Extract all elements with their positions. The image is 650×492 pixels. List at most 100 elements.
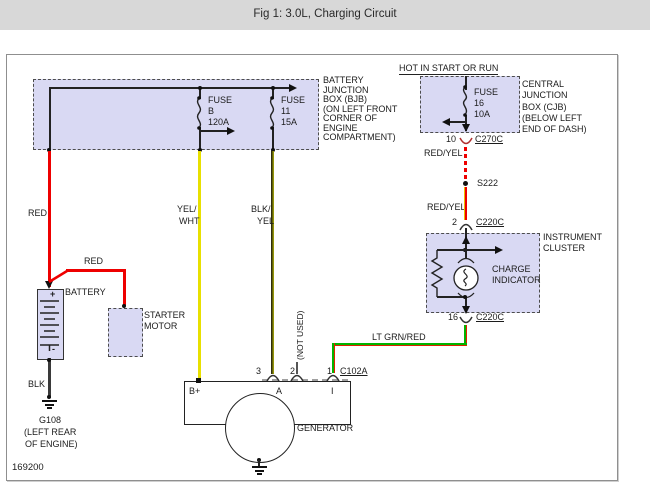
terminal-bplus-label: B+ [189, 386, 200, 396]
figure-title: Fig 1: 3.0L, Charging Circuit [0, 8, 650, 20]
wire-label-yel-wht-line: WHT [179, 216, 200, 226]
wire-label-lt-grn-red: LT GRN/RED [372, 332, 426, 342]
bjb-label-line: CORNER OF [323, 113, 377, 123]
wire-lt-grn-red-v1 [464, 325, 467, 345]
junction-dot [47, 395, 51, 399]
bjb-left-feed-line [49, 87, 51, 151]
ground-symbol-icon [252, 466, 267, 468]
starter-motor-label-line: MOTOR [144, 321, 177, 331]
fuse-b-id: B [208, 106, 214, 116]
c220c-bottom-connector-icon [459, 316, 473, 325]
wire-red-yel-solid [464, 187, 467, 220]
ground-g108-label: G108 [39, 415, 61, 425]
wire-lt-grn-red-v2 [332, 343, 335, 373]
fuse-b-tap-line [200, 130, 227, 132]
fuse-11-rating: 15A [281, 117, 297, 127]
cjb-output-arrow-icon [462, 124, 470, 132]
bplus-stud-dot [196, 378, 201, 383]
c220c-bottom-connector-label[interactable]: C220C [476, 312, 504, 322]
c220c-bottom-pin: 16 [448, 312, 458, 322]
ground-symbol-icon [257, 473, 262, 475]
wire-blk [48, 358, 51, 398]
junction-dot [463, 295, 467, 299]
junction-dot [271, 86, 275, 90]
cluster-up-arrow-icon [462, 236, 470, 244]
instrument-cluster-label-line: CLUSTER [543, 243, 585, 253]
junction-dot [47, 358, 51, 362]
c220c-top-pin: 2 [452, 217, 457, 227]
wire-red-branch-v [123, 269, 126, 306]
sheet-id: 169200 [12, 463, 44, 473]
terminal-i-label: I [331, 386, 334, 396]
wiring-diagram-page: Fig 1: 3.0L, Charging Circuit FUSE B 120… [0, 0, 650, 492]
fuse-16-id: 16 [474, 98, 484, 108]
wire-red-branch-h [66, 269, 125, 272]
wire-label-blk-yel-line: YEL [257, 216, 274, 226]
wire-red-branch-diagonal [48, 269, 68, 284]
charge-indicator-lamp-icon [450, 256, 482, 300]
hot-in-start-or-run-label: HOT IN START OR RUN [399, 63, 498, 75]
wire-label-yel-wht-line: YEL/ [177, 204, 197, 214]
starter-motor-label-line: STARTER [144, 310, 185, 320]
battery-label: BATTERY [65, 287, 106, 297]
ground-symbol-icon [255, 470, 264, 472]
wire-red-yel-dashed [464, 147, 467, 181]
wire-red-main [48, 151, 51, 287]
resistor-icon [431, 250, 443, 298]
ground-symbol-icon [42, 400, 57, 402]
bus-continuation-arrow-icon [289, 84, 297, 92]
not-used-label: (NOT USED) [295, 314, 305, 360]
generator-pin-3: 3 [256, 366, 261, 376]
cluster-branch-arrow-icon [495, 246, 503, 254]
wire-yel-wht [198, 151, 201, 381]
cluster-branch-line [437, 249, 496, 251]
splice-s222-dot [463, 181, 468, 186]
fuse-b-icon [193, 96, 206, 130]
wire-label-red-yel-upper: RED/YEL [424, 148, 463, 158]
cluster-output-arrow-icon [462, 306, 470, 314]
battery-plus-sign: + [50, 289, 55, 299]
c270c-connector-icon [459, 137, 473, 146]
fuse-11-icon [266, 96, 279, 130]
c220c-top-connector-label[interactable]: C220C [476, 217, 504, 227]
pin2-stub-line [296, 362, 298, 374]
cjb-label-line: BOX (CJB) [522, 102, 567, 112]
c102a-connector-label[interactable]: C102A [340, 366, 368, 376]
c270c-connector-label[interactable]: C270C [475, 134, 503, 144]
wire-label-blk: BLK [28, 379, 45, 389]
battery-cells-icon [38, 299, 61, 351]
c270c-pin: 10 [446, 134, 456, 144]
fuse-11-id: 11 [281, 106, 290, 116]
cjb-label-line: END OF DASH) [522, 124, 587, 134]
cjb-tap-arrow-icon [442, 118, 450, 126]
wire-label-red-branch: RED [84, 256, 103, 266]
fuse-b-rating: 120A [208, 117, 229, 127]
cjb-label-line: CENTRAL [522, 79, 564, 89]
starter-motor-box [108, 308, 143, 357]
charge-indicator-label-line: CHARGE [492, 264, 531, 274]
fuse-16-icon [459, 85, 472, 117]
bjb-label-line: BATTERY [323, 75, 364, 85]
fuse-11-label: FUSE [281, 95, 305, 105]
junction-dot [198, 86, 202, 90]
wire-label-blk-yel-line: BLK/ [251, 204, 271, 214]
ground-symbol-icon [45, 404, 54, 406]
wire-blk-yel [271, 151, 274, 374]
cjb-label-line: JUNCTION [522, 90, 568, 100]
bjb-label-line: COMPARTMENT) [323, 132, 396, 142]
fuse-b-tap-arrow-icon [227, 127, 235, 135]
generator-circle [225, 393, 295, 463]
bjb-label-line: BOX (BJB) [323, 94, 367, 104]
figure-header: Fig 1: 3.0L, Charging Circuit [0, 0, 650, 30]
terminal-a-label: A [276, 386, 282, 396]
fuse-16-label: FUSE [474, 87, 498, 97]
ground-location-line: (LEFT REAR [24, 427, 76, 437]
wire-lt-grn-red-h [332, 343, 467, 346]
splice-s222-label: S222 [477, 178, 498, 188]
charge-indicator-label-line: INDICATOR [492, 275, 541, 285]
wire-label-red-yel-lower: RED/YEL [427, 202, 466, 212]
cjb-label-line: (BELOW LEFT [522, 113, 582, 123]
cjb-tap-line [449, 121, 466, 123]
ground-location-line: OF ENGINE) [25, 439, 78, 449]
fuse-16-rating: 10A [474, 109, 490, 119]
